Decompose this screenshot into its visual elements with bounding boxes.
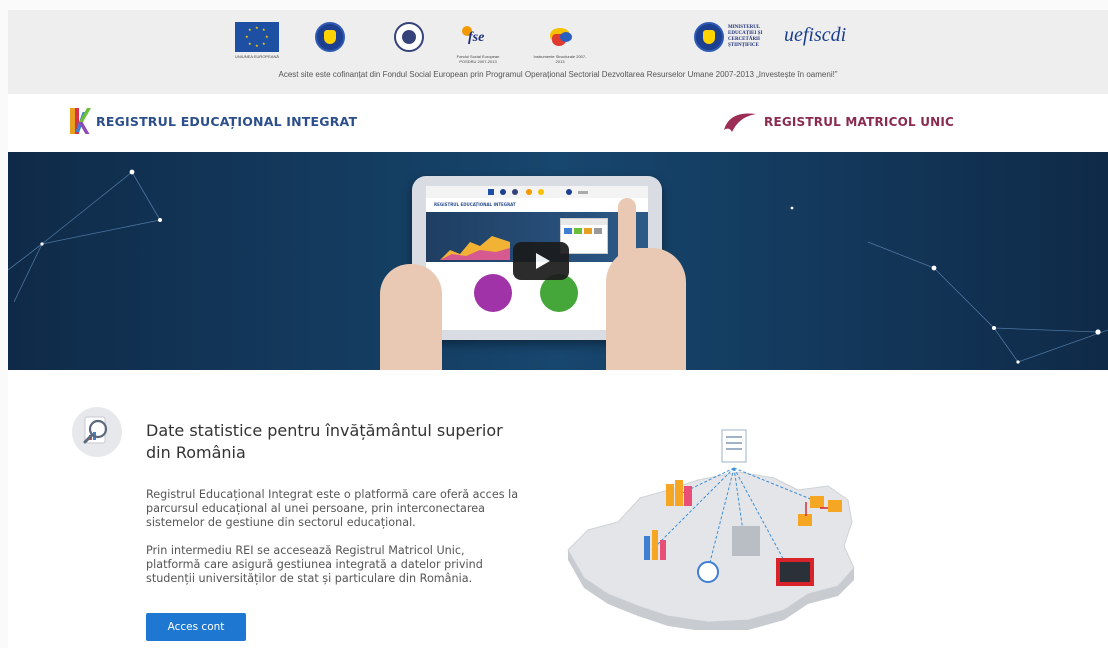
uefiscdi-text: uefiscdi (784, 24, 847, 46)
rei-logo-link[interactable]: REGISTRUL EDUCAȚIONAL INTEGRAT (70, 108, 357, 134)
page: ★ ★ ★ ★ ★ ★ ★ ★ UNIUNEA EUROPEANĂ fse Fondul … (8, 10, 1108, 648)
play-icon (536, 253, 550, 269)
tablet-screen-brand: REGISTRUL EDUCAȚIONAL INTEGRAT (426, 198, 648, 213)
ministry-text: MINISTERUL EDUCAȚIEI ȘI CERCETĂRII ȘTIIN… (728, 25, 763, 48)
statistics-magnifier-icon (72, 407, 122, 457)
government-logo (315, 22, 345, 52)
rmu-wing-icon (722, 110, 758, 134)
rei-title: REGISTRUL EDUCAȚIONAL INTEGRAT (96, 113, 358, 129)
partner-logos-band: ★ ★ ★ ★ ★ ★ ★ ★ UNIUNEA EUROPEANĂ fse Fondul … (8, 10, 1108, 94)
rmu-title: REGISTRUL MATRICOL UNIC (764, 115, 955, 129)
fse-caption: Fondul Social European POSDRU 2007-2013 (456, 54, 500, 64)
government-seal-icon (315, 22, 345, 52)
romania-data-map-illustration (567, 429, 855, 630)
intro-paragraph: Registrul Educațional Integrat este o pl… (146, 488, 519, 529)
pointing-finger-image (618, 198, 636, 278)
left-hand-image (380, 264, 442, 370)
uefiscdi-logo: uefiscdi (784, 24, 846, 47)
fse-logo: fse Fondul Social European POSDRU 2007-2… (450, 22, 506, 64)
ministry-logo: MINISTERUL EDUCAȚIEI ȘI CERCETĂRII ȘTIIN… (694, 22, 776, 52)
section-heading: Date statistice pentru învățământul supe… (146, 421, 503, 462)
ministry-seal-logo (394, 22, 424, 52)
eu-caption: UNIUNEA EUROPEANĂ (234, 54, 279, 59)
eu-logo: ★ ★ ★ ★ ★ ★ ★ ★ UNIUNEA EUROPEANĂ (229, 22, 285, 59)
instrumente-structurale-icon (540, 20, 580, 52)
cofinance-notice: Acest site este cofinanțat din Fondul So… (278, 70, 838, 79)
content-section: Date statistice pentru învățământul supe… (8, 370, 1108, 648)
eu-flag-icon: ★ ★ ★ ★ ★ ★ ★ ★ (235, 22, 279, 52)
rmu-logo-link[interactable]: REGISTRUL MATRICOL UNIC (722, 110, 954, 134)
hero-video[interactable]: REGISTRUL EDUCAȚIONAL INTEGRAT (8, 152, 1108, 370)
ministry-seal-icon (394, 22, 424, 52)
rmu-paragraph: Prin intermediu REI se accesează Registr… (146, 544, 483, 585)
brand-row: REGISTRUL EDUCAȚIONAL INTEGRAT REGISTRUL… (8, 94, 1108, 152)
ministry-crest-icon (694, 22, 724, 52)
is-caption: Instrumente Structurale 2007-2013 (533, 54, 587, 64)
access-account-button[interactable]: Acces cont (146, 613, 246, 641)
instrumente-structurale-logo: Instrumente Structurale 2007-2013 (532, 20, 588, 64)
video-play-button[interactable] (513, 242, 569, 280)
fse-mark-icon: fse (460, 22, 496, 52)
rei-k-icon (70, 108, 92, 134)
